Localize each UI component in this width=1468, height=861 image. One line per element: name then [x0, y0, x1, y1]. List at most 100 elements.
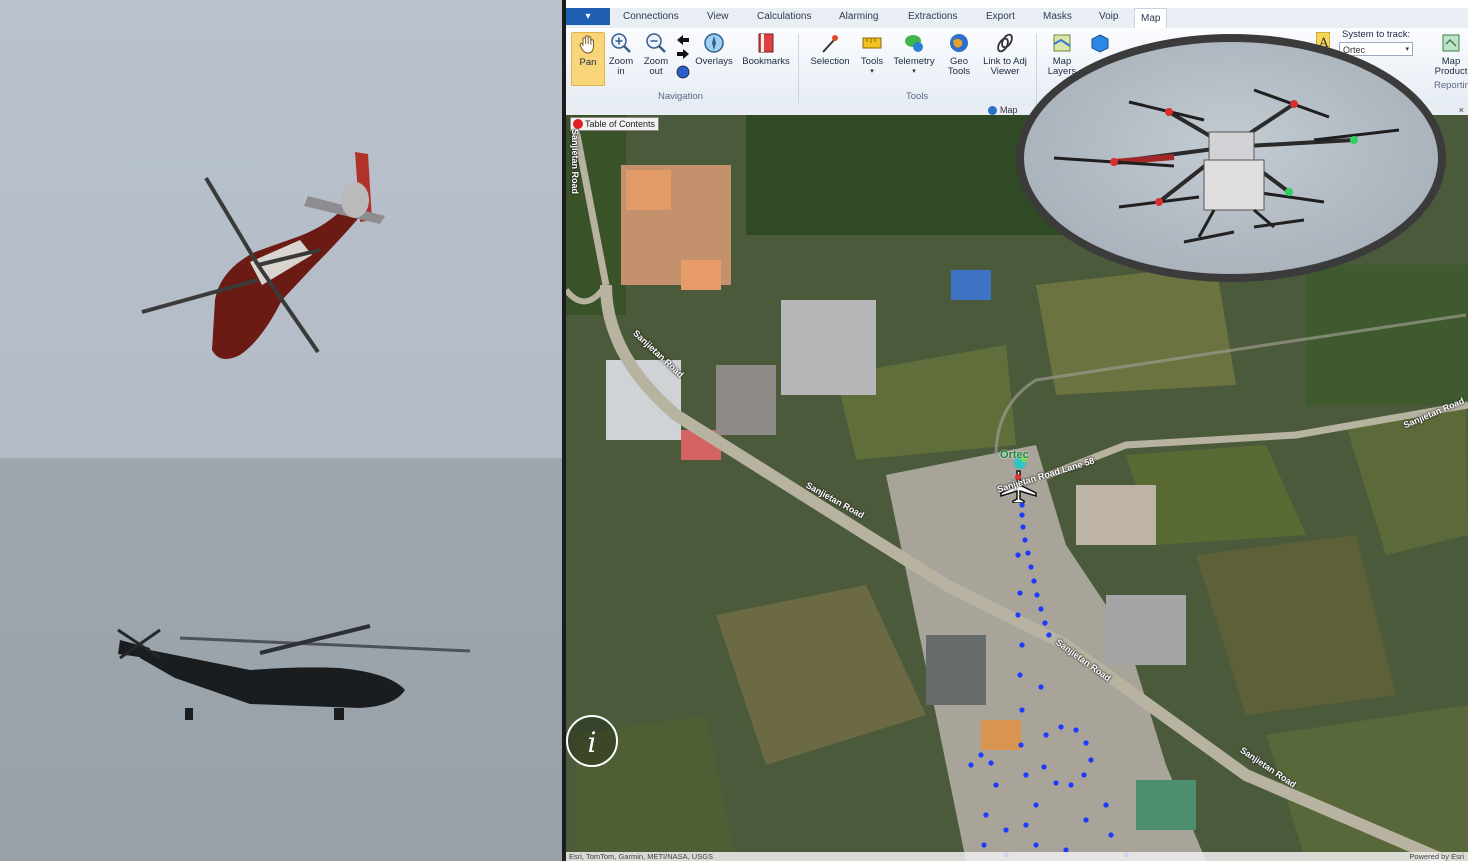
track-point: [1038, 606, 1044, 612]
tab-masks[interactable]: Masks: [1043, 11, 1072, 22]
drone-inset-photo: [1016, 34, 1446, 282]
link-icon: [997, 33, 1013, 53]
track-point: [1058, 724, 1064, 730]
map-product-icon: [1442, 34, 1460, 52]
zoom-in-button[interactable]: Zoom in: [606, 32, 636, 77]
table-of-contents-button[interactable]: Table of Contents: [570, 117, 660, 131]
track-point: [1046, 632, 1052, 638]
tab-connections[interactable]: Connections: [623, 11, 679, 22]
info-icon: i: [587, 726, 597, 759]
track-name-label: Ortec: [1000, 449, 1029, 461]
system-to-track-label: System to track:: [1342, 29, 1411, 40]
track-point: [1003, 827, 1009, 833]
globe-icon: [950, 34, 968, 52]
helicopter-photo-bottom: [0, 458, 564, 861]
track-point: [1041, 764, 1047, 770]
map-layers-icon: [1053, 34, 1071, 52]
helicopter-red-white: [141, 152, 385, 359]
cube-tool-button[interactable]: [1088, 32, 1112, 57]
pan-button[interactable]: Pan: [571, 32, 605, 86]
map-attribution-bar: Esri, TomTom, Garmin, METI/NASA, USGS Po…: [566, 852, 1468, 861]
nav-arrows-button[interactable]: [674, 32, 692, 83]
selection-button[interactable]: Selection: [808, 32, 852, 67]
track-point: [1017, 590, 1023, 596]
track-point: [1019, 502, 1025, 508]
track-point: [1043, 732, 1049, 738]
hexacopter-drone: [1053, 88, 1400, 244]
helicopter-black: [117, 624, 471, 720]
powered-by-esri: Powered by Esri: [1409, 852, 1464, 861]
track-point: [968, 762, 974, 768]
track-point: [1025, 550, 1031, 556]
tab-calculations[interactable]: Calculations: [757, 11, 811, 22]
track-point: [1023, 772, 1029, 778]
chevron-down-icon: ▾: [1405, 46, 1409, 53]
zoom-in-icon: [611, 33, 631, 53]
telemetry-button[interactable]: Telemetry ▾: [891, 32, 937, 77]
hand-icon: [579, 35, 594, 54]
tab-alarming[interactable]: Alarming: [839, 11, 878, 22]
map-layers-button[interactable]: Map Layers: [1044, 32, 1080, 77]
track-point: [1038, 684, 1044, 690]
track-point: [1068, 782, 1074, 788]
app-menu-button[interactable]: ▾: [566, 8, 610, 25]
tab-view[interactable]: View: [707, 11, 729, 22]
track-point: [1020, 524, 1026, 530]
geo-tools-button[interactable]: Geo Tools: [942, 32, 976, 77]
track-point: [1073, 727, 1079, 733]
tab-map[interactable]: Map: [1134, 8, 1168, 29]
road-label: Sanjietan Road: [570, 129, 580, 195]
track-point: [1081, 772, 1087, 778]
cube-icon: [1091, 34, 1109, 53]
overlays-button[interactable]: Overlays: [694, 32, 734, 67]
tab-extractions[interactable]: Extractions: [908, 11, 957, 22]
track-point: [1108, 832, 1114, 838]
tools-button[interactable]: Tools ▾: [857, 32, 887, 77]
bookmarks-button[interactable]: Bookmarks: [740, 32, 792, 67]
track-point: [988, 760, 994, 766]
info-button[interactable]: i: [566, 715, 618, 767]
track-point: [1015, 552, 1021, 558]
track-point: [1022, 537, 1028, 543]
track-point: [1033, 842, 1039, 848]
toc-indicator-icon: [573, 119, 583, 129]
track-point: [983, 812, 989, 818]
track-point: [981, 842, 987, 848]
zoom-out-button[interactable]: Zoom out: [641, 32, 671, 77]
zoom-out-icon: [646, 33, 666, 53]
reporting-group-label: Reportin: [1434, 80, 1468, 91]
track-point: [1103, 802, 1109, 808]
arrows-globe-icon: [676, 35, 690, 79]
track-point: [1023, 822, 1029, 828]
track-point: [1028, 564, 1034, 570]
tab-export[interactable]: Export: [986, 11, 1015, 22]
track-point: [1019, 707, 1025, 713]
track-point: [993, 782, 999, 788]
map-pane-globe-icon: [988, 106, 997, 115]
helicopter-photo-top: [0, 0, 564, 458]
track-point: [1031, 578, 1037, 584]
toc-label: Table of Contents: [585, 119, 656, 129]
compass-icon: [704, 33, 724, 53]
track-point: [1017, 672, 1023, 678]
track-point: [1015, 612, 1021, 618]
telemetry-icon: [905, 35, 923, 52]
track-point: [1019, 512, 1025, 518]
group-label-tools: Tools: [906, 91, 929, 102]
map-pane-title: Map: [1000, 105, 1018, 115]
track-point: [1042, 620, 1048, 626]
track-point: [1019, 642, 1025, 648]
map-product-button[interactable]: Map Product Reportin: [1434, 32, 1468, 91]
ribbon-tab-bar: ▾ Connections View Calculations Alarming…: [566, 8, 1468, 29]
ruler-icon: [862, 37, 882, 49]
close-icon[interactable]: ×: [1459, 105, 1464, 115]
track-point: [1083, 817, 1089, 823]
track-point: [1053, 780, 1059, 786]
group-label-navigation: Navigation: [658, 91, 703, 102]
track-point: [1033, 802, 1039, 808]
track-point: [1083, 740, 1089, 746]
selection-wand-icon: [822, 35, 838, 53]
map-attribution: Esri, TomTom, Garmin, METI/NASA, USGS: [569, 852, 714, 861]
link-viewer-button[interactable]: Link to Adj Viewer: [980, 32, 1030, 77]
tab-voip[interactable]: Voip: [1099, 11, 1118, 22]
